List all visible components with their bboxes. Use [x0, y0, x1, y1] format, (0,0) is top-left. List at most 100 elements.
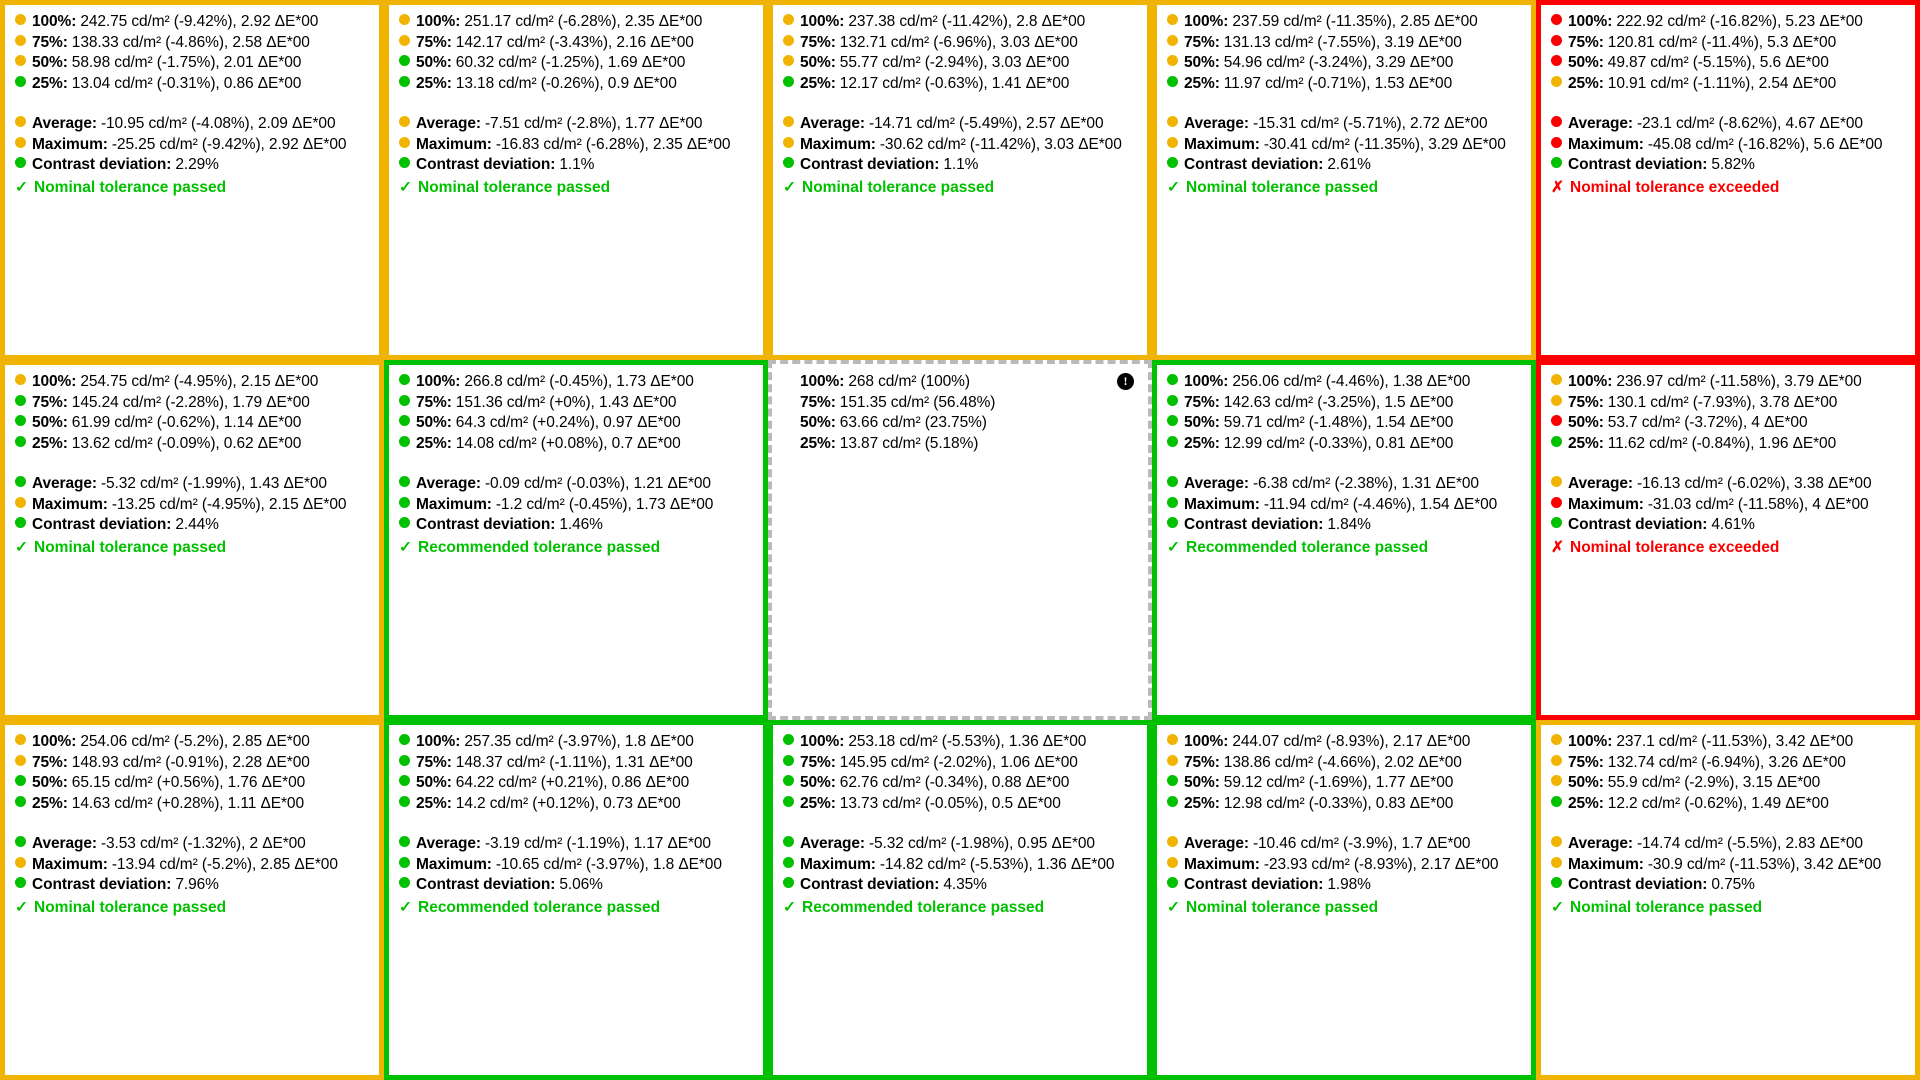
summary-row-value: 0.75%	[1711, 876, 1755, 893]
level-row: 25%: 13.87 cd/m² (5.18%)	[783, 435, 1137, 456]
tolerance-verdict-text: Recommended tolerance passed	[1186, 538, 1429, 556]
level-row-value: 10.91 cd/m² (-1.11%), 2.54 ΔE*00	[1607, 74, 1837, 92]
row-spacer	[399, 815, 753, 835]
summary-row-label: Average:	[32, 115, 97, 132]
tolerance-verdict: ✓ Nominal tolerance passed	[15, 178, 369, 199]
level-row-value: 62.76 cd/m² (-0.34%), 0.88 ΔE*00	[839, 774, 1070, 791]
level-row-label: 25%:	[1184, 74, 1220, 92]
measurement-lines: 100%: 268 cd/m² (100%) 75%: 151.35 cd/m² (5…	[783, 373, 1137, 455]
summary-row: Maximum: -13.94 cd/m² (-5.2%), 2.85 ΔE*00	[15, 856, 369, 877]
status-dot-red-icon	[1551, 55, 1562, 66]
summary-row: Maximum: -11.94 cd/m² (-4.46%), 1.54 ΔE*0…	[1167, 496, 1521, 517]
status-dot-green-icon	[1167, 795, 1178, 807]
status-dot-amber-icon	[1167, 34, 1178, 46]
level-row-label: 25%:	[32, 74, 68, 92]
measurement-lines: 100%: 253.18 cd/m² (-5.53%), 1.36 ΔE*00 75…	[783, 733, 1137, 919]
measurement-lines: 100%: 266.8 cd/m² (-0.45%), 1.73 ΔE*00 75%…	[399, 373, 753, 559]
measurement-cell[interactable]: 100%: 253.18 cd/m² (-5.53%), 1.36 ΔE*00 75…	[768, 720, 1152, 1080]
check-icon: ✓	[1551, 898, 1564, 916]
summary-row-value: -6.38 cd/m² (-2.38%), 1.31 ΔE*00	[1252, 475, 1479, 492]
level-row-label: 50%:	[1568, 414, 1604, 431]
summary-row-label: Maximum:	[1184, 855, 1260, 873]
measurement-cell[interactable]: 100%: 257.35 cd/m² (-3.97%), 1.8 ΔE*00 75%…	[384, 720, 768, 1080]
summary-row-value: -25.25 cd/m² (-9.42%), 2.92 ΔE*00	[111, 135, 347, 153]
measurement-cell[interactable]: 100%: 236.97 cd/m² (-11.58%), 3.79 ΔE*00 7…	[1536, 360, 1920, 720]
tolerance-verdict: ✓ Nominal tolerance passed	[783, 178, 1137, 199]
measurement-cell[interactable]: 100%: 222.92 cd/m² (-16.82%), 5.23 ΔE*00 7…	[1536, 0, 1920, 360]
measurement-cell[interactable]: 100%: 254.06 cd/m² (-5.2%), 2.85 ΔE*00 75%…	[0, 720, 384, 1080]
level-row: 25%: 10.91 cd/m² (-1.11%), 2.54 ΔE*00	[1551, 75, 1905, 96]
tolerance-verdict: ✓ Nominal tolerance passed	[1551, 898, 1905, 919]
measurement-cell[interactable]: 100%: 237.59 cd/m² (-11.35%), 2.85 ΔE*00 7…	[1152, 0, 1536, 360]
summary-row-value: -3.53 cd/m² (-1.32%), 2 ΔE*00	[100, 835, 306, 852]
summary-row-value: 5.06%	[559, 876, 603, 893]
info-icon[interactable]: !	[1117, 373, 1134, 390]
measurement-cell[interactable]: 100%: 256.06 cd/m² (-4.46%), 1.38 ΔE*00 75…	[1152, 360, 1536, 720]
level-row: 100%: 222.92 cd/m² (-16.82%), 5.23 ΔE*00	[1551, 13, 1905, 34]
level-row-label: 75%:	[32, 753, 68, 771]
level-row: 75%: 148.37 cd/m² (-1.11%), 1.31 ΔE*00	[399, 754, 753, 775]
summary-row-label: Average:	[32, 835, 97, 852]
measurement-cell[interactable]: 100%: 254.75 cd/m² (-4.95%), 2.15 ΔE*00 75…	[0, 360, 384, 720]
status-dot-amber-icon	[1167, 754, 1178, 766]
check-icon: ✓	[15, 178, 28, 196]
level-row: 25%: 13.62 cd/m² (-0.09%), 0.62 ΔE*00	[15, 435, 369, 456]
level-row-label: 50%:	[1184, 414, 1220, 431]
tolerance-verdict-text: Recommended tolerance passed	[418, 538, 661, 556]
status-dot-amber-icon	[783, 34, 794, 46]
tolerance-verdict-text: Recommended tolerance passed	[418, 898, 661, 916]
status-dot-green-icon	[783, 157, 794, 168]
summary-row-label: Contrast deviation:	[800, 876, 940, 893]
status-dot-green-icon	[783, 856, 794, 868]
level-row-value: 59.12 cd/m² (-1.69%), 1.77 ΔE*00	[1223, 774, 1454, 791]
level-row-value: 11.62 cd/m² (-0.84%), 1.96 ΔE*00	[1607, 434, 1837, 452]
summary-row-label: Average:	[800, 835, 865, 852]
status-dot-green-icon	[15, 394, 26, 406]
level-row-label: 50%:	[1568, 54, 1604, 71]
level-row-value: 12.2 cd/m² (-0.62%), 1.49 ΔE*00	[1607, 794, 1829, 812]
measurement-cell[interactable]: 100%: 237.1 cd/m² (-11.53%), 3.42 ΔE*00 75…	[1536, 720, 1920, 1080]
status-dot-green-icon	[399, 754, 410, 766]
level-row-label: 75%:	[800, 33, 836, 51]
level-row-value: 237.59 cd/m² (-11.35%), 2.85 ΔE*00	[1232, 13, 1478, 30]
summary-row-label: Average:	[32, 475, 97, 492]
level-row-value: 58.98 cd/m² (-1.75%), 2.01 ΔE*00	[71, 54, 302, 71]
status-dot-red-icon	[1551, 415, 1562, 426]
measurement-cell[interactable]: 100%: 237.38 cd/m² (-11.42%), 2.8 ΔE*00 75…	[768, 0, 1152, 360]
summary-row-value: 4.35%	[943, 876, 987, 893]
level-row-value: 61.99 cd/m² (-0.62%), 1.14 ΔE*00	[71, 414, 302, 431]
summary-row-value: -30.41 cd/m² (-11.35%), 3.29 ΔE*00	[1263, 135, 1506, 153]
measurement-cell[interactable]: 100%: 266.8 cd/m² (-0.45%), 1.73 ΔE*00 75%…	[384, 360, 768, 720]
level-row-label: 75%:	[416, 393, 452, 411]
row-spacer	[1551, 815, 1905, 835]
tolerance-verdict: ✗ Nominal tolerance exceeded	[1551, 178, 1905, 199]
measurement-cell[interactable]: 100%: 251.17 cd/m² (-6.28%), 2.35 ΔE*00 75…	[384, 0, 768, 360]
measurement-cell[interactable]: 100%: 244.07 cd/m² (-8.93%), 2.17 ΔE*00 75…	[1152, 720, 1536, 1080]
level-row: 75%: 138.86 cd/m² (-4.66%), 2.02 ΔE*00	[1167, 754, 1521, 775]
reference-cell[interactable]: ! 100%: 268 cd/m² (100%) 75%: 151.35 cd/m² (…	[768, 360, 1152, 720]
level-row-label: 50%:	[32, 414, 68, 431]
summary-row: Average: -3.19 cd/m² (-1.19%), 1.17 ΔE*00	[399, 835, 753, 856]
status-dot-green-icon	[399, 374, 410, 385]
summary-row: Maximum: -16.83 cd/m² (-6.28%), 2.35 ΔE*0…	[399, 136, 753, 157]
status-dot-green-icon	[15, 415, 26, 426]
measurement-cell[interactable]: 100%: 242.75 cd/m² (-9.42%), 2.92 ΔE*00 75…	[0, 0, 384, 360]
level-row-label: 100%:	[32, 13, 77, 30]
level-row-value: 63.66 cd/m² (23.75%)	[839, 414, 987, 431]
status-dot-amber-icon	[1167, 55, 1178, 66]
status-dot-amber-icon	[1167, 734, 1178, 745]
level-row-label: 75%:	[1568, 33, 1604, 51]
status-dot-green-icon	[783, 775, 794, 786]
level-row: 100%: 256.06 cd/m² (-4.46%), 1.38 ΔE*00	[1167, 373, 1521, 394]
status-dot-none-icon	[783, 395, 794, 406]
level-row-label: 25%:	[800, 74, 836, 92]
level-row-label: 50%:	[416, 774, 452, 791]
level-row: 75%: 151.36 cd/m² (+0%), 1.43 ΔE*00	[399, 394, 753, 415]
summary-row-label: Contrast deviation:	[32, 876, 172, 893]
status-dot-green-icon	[15, 517, 26, 528]
level-row-value: 266.8 cd/m² (-0.45%), 1.73 ΔE*00	[464, 373, 694, 390]
status-dot-green-icon	[1551, 517, 1562, 528]
level-row-value: 237.1 cd/m² (-11.53%), 3.42 ΔE*00	[1616, 733, 1854, 750]
level-row: 75%: 142.17 cd/m² (-3.43%), 2.16 ΔE*00	[399, 34, 753, 55]
check-icon: ✓	[15, 898, 28, 916]
